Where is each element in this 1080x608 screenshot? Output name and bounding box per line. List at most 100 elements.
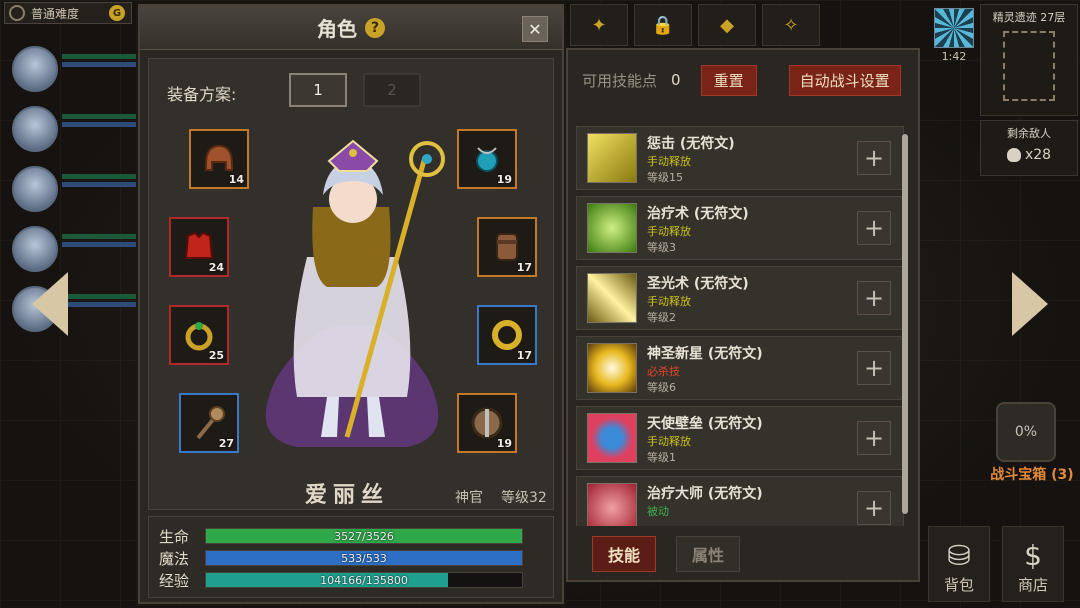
- bag-label: 背包: [943, 576, 974, 594]
- party-bars: [62, 234, 138, 250]
- equip-slot-weapon[interactable]: 27: [179, 393, 239, 453]
- close-button[interactable]: ✕: [522, 16, 548, 42]
- skill-level: 等级2: [647, 311, 676, 324]
- upgrade-skill-button[interactable]: +: [857, 211, 891, 245]
- chest-percent: 0%: [1014, 424, 1038, 440]
- dungeon-map[interactable]: 精灵遗迹 27层: [980, 4, 1078, 116]
- upgrade-skill-button[interactable]: +: [857, 351, 891, 385]
- skill-header: 可用技能点 0 重置 自动战斗设置: [568, 50, 918, 110]
- equip-slot-ring-2[interactable]: 17: [477, 305, 537, 365]
- coin-icon: G: [109, 5, 125, 21]
- quick-slot[interactable]: ◆: [698, 4, 756, 46]
- stat-label: 经验: [159, 571, 190, 590]
- party-bars: [62, 174, 138, 190]
- equip-level: 19: [496, 173, 512, 186]
- upgrade-skill-button[interactable]: +: [857, 491, 891, 525]
- upgrade-skill-button[interactable]: +: [857, 141, 891, 175]
- skill-level: 等级6: [647, 381, 676, 394]
- battle-chest-button[interactable]: 0%: [996, 402, 1056, 462]
- skill-item[interactable]: 惩击 (无符文) 手动释放 等级15 +: [576, 126, 904, 190]
- timer: 1:42: [941, 50, 967, 63]
- character-panel: 角色 ? ✕ 装备方案: 1 2 14 19 24 17 25 17 27 19…: [138, 4, 564, 604]
- skill-name: 治疗大师 (无符文): [647, 486, 763, 502]
- holy-light-icon: [587, 273, 637, 323]
- avatar: [12, 166, 58, 212]
- tab-attributes[interactable]: 属性: [676, 536, 740, 572]
- avatar: [12, 106, 58, 152]
- heal-icon: [587, 203, 637, 253]
- mp-bar: 533/533: [205, 550, 523, 566]
- skill-item[interactable]: 治疗大师 (无符文) 被动 +: [576, 476, 904, 526]
- skill-item[interactable]: 天使壁垒 (无符文) 手动释放 等级1 +: [576, 406, 904, 470]
- xp-text: 104166/135800: [320, 573, 408, 587]
- tab-skills[interactable]: 技能: [592, 536, 656, 572]
- skill-type: 手动释放: [647, 295, 691, 308]
- difficulty-indicator[interactable]: 普通难度 G: [4, 2, 132, 24]
- party-member[interactable]: [8, 160, 138, 220]
- equip-slot-ring-1[interactable]: 25: [169, 305, 229, 365]
- equipment-area: 装备方案: 1 2 14 19 24 17 25 17 27 19 爱丽丝 神官…: [148, 58, 554, 510]
- avatar: [12, 226, 58, 272]
- skull-icon: [1006, 148, 1021, 162]
- party-bars: [62, 294, 138, 310]
- skill-item[interactable]: 治疗术 (无符文) 手动释放 等级3 +: [576, 196, 904, 260]
- enemies-count: x28: [1024, 147, 1052, 163]
- skill-name: 惩击 (无符文): [647, 136, 735, 152]
- party-member[interactable]: [8, 280, 138, 340]
- shop-label: 商店: [1017, 576, 1048, 594]
- skill-level: 等级3: [647, 241, 676, 254]
- skill-type: 被动: [647, 505, 669, 518]
- skill-item[interactable]: 圣光术 (无符文) 手动释放 等级2 +: [576, 266, 904, 330]
- skill-item[interactable]: 神圣新星 (无符文) 必杀技 等级6 +: [576, 336, 904, 400]
- stats-area: 生命 3527/3526 魔法 533/533 经验 104166/135800: [148, 516, 554, 598]
- reset-button[interactable]: 重置: [700, 64, 757, 96]
- mp-text: 533/533: [341, 551, 387, 565]
- quick-slot[interactable]: ✧: [762, 4, 820, 46]
- skill-name: 神圣新星 (无符文): [647, 346, 763, 362]
- stat-label: 魔法: [159, 549, 190, 568]
- party-member[interactable]: [8, 220, 138, 280]
- bag-icon: ⛁: [947, 539, 971, 572]
- dollar-icon: $: [1024, 539, 1042, 572]
- help-icon[interactable]: ?: [365, 17, 385, 38]
- stat-row-mp: 魔法 533/533: [159, 547, 543, 569]
- character-name: 爱丽丝: [305, 483, 390, 508]
- gear-icon: [9, 5, 25, 21]
- party-member[interactable]: [8, 100, 138, 160]
- skill-list: 惩击 (无符文) 手动释放 等级15 + 治疗术 (无符文) 手动释放 等级3 …: [576, 126, 904, 526]
- prev-character-arrow-icon[interactable]: [32, 272, 68, 336]
- equip-level: 17: [516, 349, 532, 362]
- upgrade-skill-button[interactable]: +: [857, 281, 891, 315]
- hp-bar: 3527/3526: [205, 528, 523, 544]
- battle-chest-label: 战斗宝箱 (3): [990, 467, 1074, 483]
- skill-type: 手动释放: [647, 225, 691, 238]
- available-points: 0: [671, 71, 681, 89]
- angel-barrier-icon: [587, 413, 637, 463]
- next-character-arrow-icon[interactable]: [1012, 272, 1048, 336]
- upgrade-skill-button[interactable]: +: [857, 421, 891, 455]
- bag-button[interactable]: ⛁ 背包: [928, 526, 990, 602]
- dungeon-name: 精灵遗迹 27层: [992, 11, 1066, 24]
- auto-battle-settings-button[interactable]: 自动战斗设置: [788, 64, 901, 96]
- heal-master-icon: [587, 483, 637, 526]
- enemies-label: 剩余敌人: [1007, 127, 1051, 140]
- quick-slot[interactable]: ✦: [570, 4, 628, 46]
- equip-level: 27: [218, 437, 234, 450]
- enemies-remaining: 剩余敌人 x28: [980, 120, 1078, 176]
- xp-bar: 104166/135800: [205, 572, 523, 588]
- plan-1-button[interactable]: 1: [289, 73, 347, 107]
- equip-level: 17: [516, 261, 532, 274]
- top-item-slots: ✦ 🔒 ◆ ✧: [570, 4, 820, 46]
- hp-text: 3527/3526: [334, 529, 394, 543]
- equip-slot-gloves[interactable]: 17: [477, 217, 537, 277]
- plan-2-button[interactable]: 2: [363, 73, 421, 107]
- portal-icon[interactable]: [934, 8, 974, 48]
- lock-icon[interactable]: 🔒: [634, 4, 692, 46]
- shop-button[interactable]: $ 商店: [1002, 526, 1064, 602]
- party-member[interactable]: [8, 40, 138, 100]
- equip-slot-armor[interactable]: 24: [169, 217, 229, 277]
- skill-name: 天使壁垒 (无符文): [647, 416, 763, 432]
- skill-scrollbar[interactable]: [902, 134, 908, 514]
- scroll-thumb[interactable]: [902, 134, 908, 514]
- party-bars: [62, 54, 138, 70]
